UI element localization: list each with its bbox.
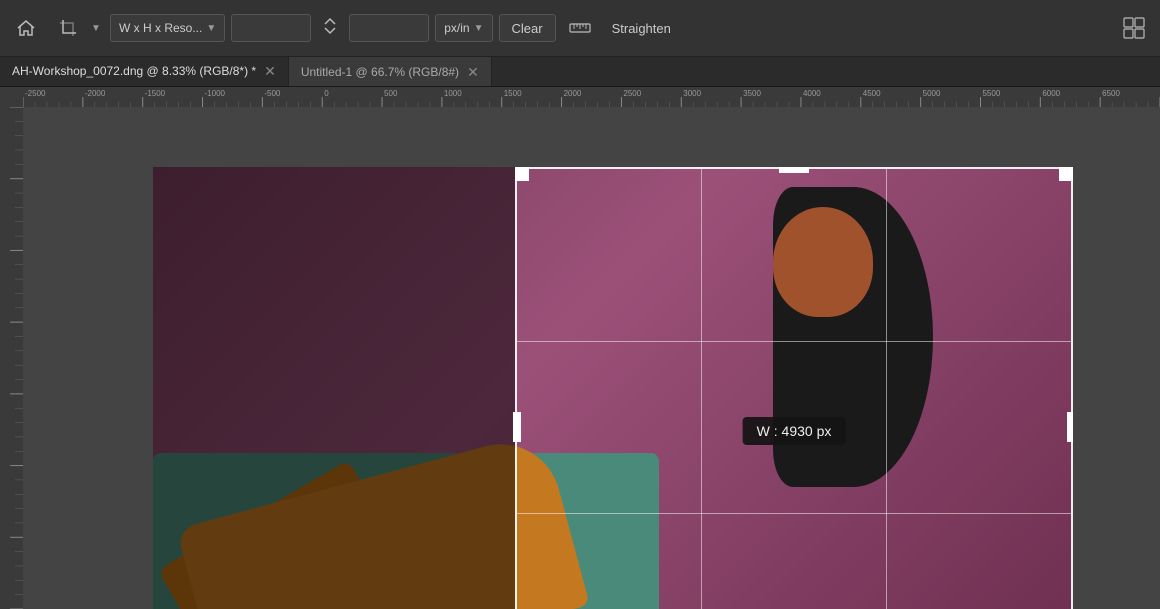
crop-handle-top-right[interactable]: [1059, 167, 1073, 181]
svg-text:6000: 6000: [1042, 89, 1060, 98]
grid-line-h1: [517, 341, 1071, 342]
toolbar: ▼ W x H x Reso... ▼ px/in ▼ Clear Straig…: [0, 0, 1160, 57]
svg-text:-2000: -2000: [85, 89, 106, 98]
svg-text:4000: 4000: [803, 89, 821, 98]
width-input[interactable]: [231, 14, 311, 42]
crop-handle-mid-right[interactable]: [1067, 412, 1073, 442]
crop-handle-mid-left[interactable]: [513, 412, 521, 442]
height-input[interactable]: [349, 14, 429, 42]
unit-dropdown[interactable]: px/in ▼: [435, 14, 492, 42]
crop-icon[interactable]: [50, 10, 86, 46]
crop-handle-top-mid[interactable]: [779, 167, 809, 173]
tab-untitled-label: Untitled-1 @ 66.7% (RGB/8#): [301, 65, 459, 79]
svg-text:3000: 3000: [683, 89, 701, 98]
tab-untitled-close[interactable]: ✕: [467, 65, 479, 79]
photo-container: W : 4930 px: [153, 167, 1073, 609]
aspect-ratio-dropdown[interactable]: W x H x Reso... ▼: [110, 14, 225, 42]
tab-untitled[interactable]: Untitled-1 @ 66.7% (RGB/8#) ✕: [289, 57, 492, 86]
unit-chevron-icon: ▼: [474, 23, 484, 34]
svg-text:-500: -500: [264, 89, 281, 98]
crop-tool-group: ▼: [50, 10, 104, 46]
svg-text:4500: 4500: [863, 89, 881, 98]
chevron-down-icon: ▼: [206, 23, 216, 34]
svg-text:1500: 1500: [504, 89, 522, 98]
crop-mask-left: [153, 167, 515, 609]
svg-text:6500: 6500: [1102, 89, 1120, 98]
crop-handle-top-left[interactable]: [515, 167, 529, 181]
svg-text:1000: 1000: [444, 89, 462, 98]
tab-workshop[interactable]: AH-Workshop_0072.dng @ 8.33% (RGB/8*) * …: [0, 57, 289, 86]
width-tooltip: W : 4930 px: [743, 417, 846, 445]
ruler-horizontal: -2500 -2000 -1500 -1000 -500 0 500 1000 1500 2000…: [23, 87, 1160, 107]
extra-tool-icon[interactable]: [1116, 10, 1152, 46]
crop-dropdown-arrow[interactable]: ▼: [88, 10, 104, 46]
svg-text:500: 500: [384, 89, 398, 98]
tab-workshop-close[interactable]: ✕: [264, 64, 276, 78]
width-tooltip-text: W : 4930 px: [757, 423, 832, 439]
clear-button[interactable]: Clear: [499, 14, 556, 42]
canvas-area: W : 4930 px: [23, 107, 1160, 609]
swap-icon[interactable]: [317, 17, 343, 40]
svg-text:5500: 5500: [982, 89, 1000, 98]
straighten-label: Straighten: [612, 21, 671, 36]
aspect-ratio-label: W x H x Reso...: [119, 21, 202, 35]
home-button[interactable]: [8, 10, 44, 46]
svg-text:0: 0: [324, 89, 329, 98]
tabs-bar: AH-Workshop_0072.dng @ 8.33% (RGB/8*) * …: [0, 57, 1160, 87]
ruler-v-svg: 500100015002000250030003500: [0, 107, 23, 609]
svg-text:2000: 2000: [564, 89, 582, 98]
grid-line-v1: [701, 169, 702, 609]
svg-text:2500: 2500: [623, 89, 641, 98]
tab-workshop-label: AH-Workshop_0072.dng @ 8.33% (RGB/8*) *: [12, 64, 256, 78]
ruler-h-svg: -2500 -2000 -1500 -1000 -500 0 500 1000 1500 2000…: [23, 87, 1160, 107]
straighten-button[interactable]: Straighten: [604, 14, 679, 42]
svg-text:3500: 3500: [743, 89, 761, 98]
svg-text:5000: 5000: [923, 89, 941, 98]
crop-overlay[interactable]: W : 4930 px: [515, 167, 1073, 609]
svg-text:-1500: -1500: [145, 89, 166, 98]
ruler-corner: [0, 87, 23, 107]
unit-label: px/in: [444, 21, 469, 35]
svg-text:-1000: -1000: [205, 89, 226, 98]
svg-text:-2500: -2500: [25, 89, 46, 98]
grid-line-v2: [886, 169, 887, 609]
straighten-ruler-icon: [562, 10, 598, 46]
grid-line-h2: [517, 513, 1071, 514]
ruler-vertical: 500100015002000250030003500: [0, 107, 23, 609]
crop-grid: [517, 169, 1071, 609]
